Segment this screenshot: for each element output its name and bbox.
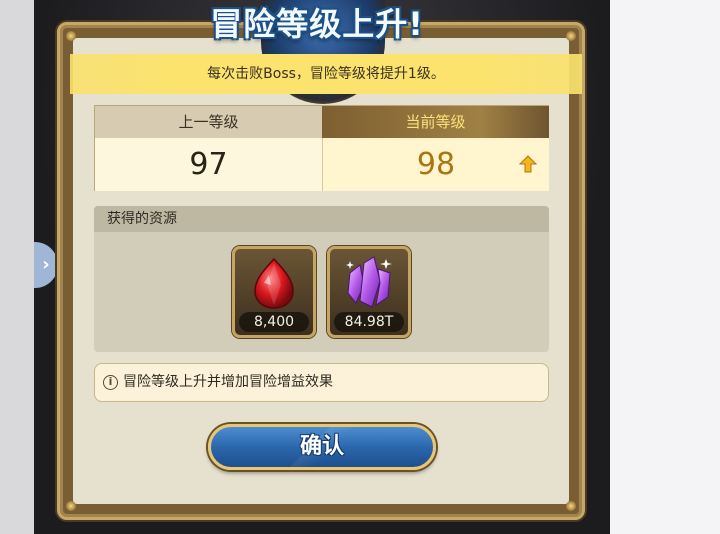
current-level-label: 当前等级 <box>322 106 549 138</box>
boss-info-banner: 每次击败Boss，冒险等级将提升1级。 <box>70 54 582 94</box>
dialog-title: 冒险等级上升! <box>210 5 424 43</box>
corner-rivet-icon <box>66 31 76 41</box>
current-level-value: 98 <box>416 147 456 182</box>
previous-level-value: 97 <box>95 138 322 191</box>
up-arrow-icon <box>519 155 537 173</box>
info-text: 冒险等级上升并增加冒险增益效果 <box>123 374 333 390</box>
corner-rivet-icon <box>566 31 576 41</box>
info-bar: i 冒险等级上升并增加冒险增益效果 <box>94 363 549 402</box>
corner-rivet-icon <box>66 501 76 511</box>
info-icon: i <box>103 375 118 390</box>
confirm-button[interactable]: 确认 <box>208 424 436 470</box>
ruby-icon <box>254 257 294 309</box>
resources-panel: 获得的资源 8,400 84.98T <box>94 206 549 352</box>
level-comparison: 上一等级 当前等级 97 98 <box>94 105 549 191</box>
current-level-cell: 98 <box>322 138 549 191</box>
chevron-right-icon: › <box>42 254 50 275</box>
ruby-quantity: 8,400 <box>239 312 309 332</box>
crystal-quantity: 84.98T <box>334 312 404 332</box>
previous-level-label: 上一等级 <box>95 106 322 138</box>
resources-header: 获得的资源 <box>94 206 549 232</box>
resource-item-crystal[interactable]: 84.98T <box>327 246 411 338</box>
resource-item-ruby[interactable]: 8,400 <box>232 246 316 338</box>
purple-crystal-icon <box>346 256 392 308</box>
corner-rivet-icon <box>566 501 576 511</box>
